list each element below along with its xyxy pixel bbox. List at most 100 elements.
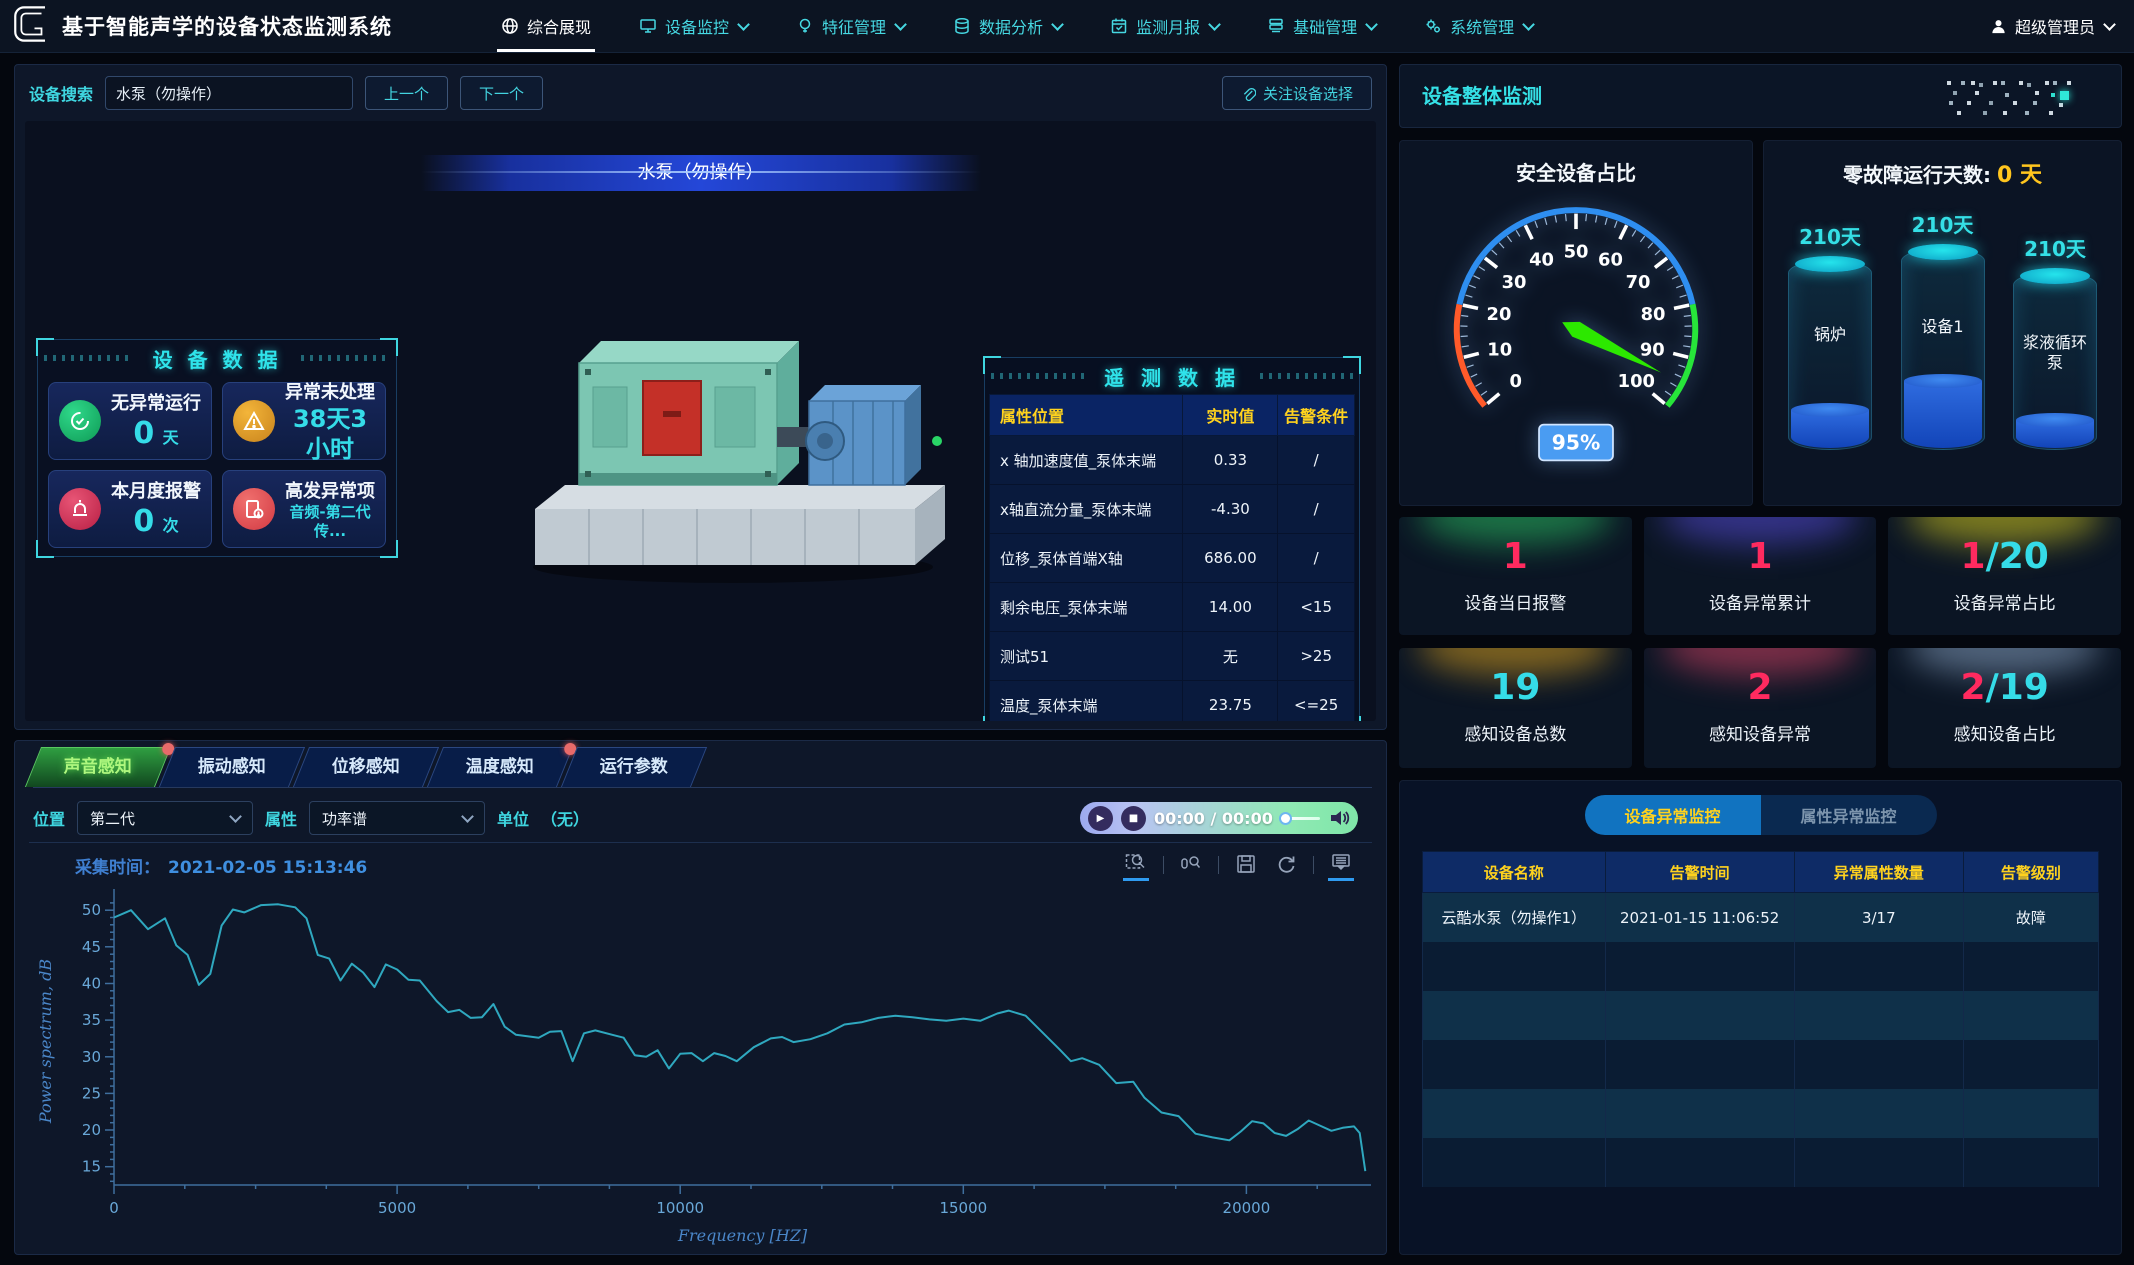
prev-device-button[interactable]: 上一个 [365,76,448,110]
stat-abnormal-ratio[interactable]: 1/20 设备异常占比 [1888,517,2121,635]
paperclip-icon [1241,86,1256,101]
tab-attr-abnormal-monitor[interactable]: 属性异常监控 [1761,795,1937,835]
chevron-down-icon [229,810,242,823]
stat-sensor-ratio[interactable]: 2/19 感知设备占比 [1888,648,2121,768]
device-search-input[interactable] [105,76,353,110]
restore-icon[interactable] [1273,851,1299,880]
svg-text:0: 0 [1509,371,1521,392]
svg-text:15: 15 [82,1158,101,1176]
tab-sound-sense[interactable]: 声音感知 [25,747,171,787]
player-slider[interactable] [1281,817,1320,820]
stat-abnormal-total[interactable]: 1 设备异常累计 [1644,517,1877,635]
telemetry-panel: 遥 测 数 据 属性位置 实时值 告警条件 x 轴加速度值_泵体末端0.33/ [984,357,1360,721]
overall-monitor-header: 设备整体监测 [1399,64,2122,128]
telemetry-row[interactable]: 位移_泵体首端X轴686.00/ [990,534,1355,583]
position-label: 位置 [33,806,65,830]
brand-logo-icon [10,3,52,49]
chevron-down-icon [1522,18,1535,31]
save-image-icon[interactable] [1233,851,1259,880]
cylinder-boiler: 210天 锅炉 [1778,221,1882,450]
dots-decoration [1947,81,1951,85]
nav-item-feature-mgmt[interactable]: 特征管理 [772,0,929,52]
cylinder-top-glow [1795,256,1865,272]
database-icon [953,17,971,35]
spectrum-chart[interactable]: 152025303540455005000100001500020000Freq… [29,883,1379,1255]
position-select[interactable]: 第二代 [77,801,253,835]
next-device-button[interactable]: 下一个 [460,76,543,110]
nav-item-system-mgmt[interactable]: 系统管理 [1400,0,1557,52]
audio-player: ▶ ■ 00:00 / 00:00 [1080,802,1358,834]
spectrum-chart-area: 采集时间：2021-02-05 15:13:46 [29,842,1372,1250]
svg-text:60: 60 [1598,250,1623,271]
svg-text:20: 20 [82,1121,101,1139]
unit-label: 单位 [497,806,529,830]
nav-item-basic-mgmt[interactable]: 基础管理 [1243,0,1400,52]
cylinder-top-glow [1908,244,1978,260]
telemetry-row[interactable]: 温度_泵体末端23.75<=25 [990,681,1355,722]
stat-sensor-abnormal[interactable]: 2 感知设备异常 [1644,648,1877,768]
nav-item-device-monitor[interactable]: 设备监控 [615,0,772,52]
svg-text:30: 30 [1502,272,1527,293]
attribute-select[interactable]: 功率谱 [309,801,485,835]
slider-knob[interactable] [1279,812,1292,825]
cylinder-device1: 210天 设备1 [1891,209,1995,450]
telemetry-row[interactable]: x轴直流分量_泵体末端-4.30/ [990,485,1355,534]
volume-icon[interactable] [1328,808,1350,828]
svg-text:20000: 20000 [1223,1199,1271,1217]
tab-temperature-sense[interactable]: 温度感知 [427,747,573,787]
chart-toolbox [1123,849,1354,881]
stat-frequent-abnormal: 高发异常项 音频-第二代传... [222,470,386,548]
bulb-icon [796,17,814,35]
telemetry-row[interactable]: 测试51无>25 [990,632,1355,681]
data-view-icon[interactable] [1328,849,1354,881]
tab-vibration-sense[interactable]: 振动感知 [159,747,305,787]
play-button[interactable]: ▶ [1088,806,1113,831]
stop-button[interactable]: ■ [1121,806,1146,831]
col-alarm-level: 告警级别 [1963,852,2098,893]
nav-item-monthly-report[interactable]: 监测月报 [1086,0,1243,52]
alarm-monitor-card: 设备异常监控 属性异常监控 设备名称 告警时间 异常属性数量 告警级别 云酷水泵… [1399,780,2122,1255]
monitor-icon [639,17,657,35]
nav-item-overview[interactable]: 综合展现 [477,0,615,52]
nav-item-data-analysis[interactable]: 数据分析 [929,0,1086,52]
svg-text:5000: 5000 [378,1199,416,1217]
svg-text:40: 40 [82,975,101,993]
stat-today-alarms[interactable]: 1 设备当日报警 [1399,517,1632,635]
telemetry-row[interactable]: x 轴加速度值_泵体末端0.33/ [990,436,1355,485]
chevron-down-icon [894,18,907,31]
zoom-back-icon[interactable] [1178,851,1204,880]
chevron-down-icon [737,18,750,31]
user-menu[interactable]: 超级管理员 [1990,14,2114,38]
svg-text:30: 30 [82,1048,101,1066]
stat-sensor-total[interactable]: 19 感知设备总数 [1399,648,1632,768]
app-title: 基于智能声学的设备状态监测系统 [62,11,392,41]
tab-device-abnormal-monitor[interactable]: 设备异常监控 [1585,795,1761,835]
telemetry-row[interactable]: 剩余电压_泵体末端14.00<15 [990,583,1355,632]
device-search-label: 设备搜索 [29,81,93,105]
tab-displacement-sense[interactable]: 位移感知 [293,747,439,787]
col-alarm-condition: 告警条件 [1278,395,1355,436]
svg-text:80: 80 [1641,304,1666,325]
cylinder-top-glow [2020,268,2090,284]
svg-text:50: 50 [82,901,101,919]
3d-viewport[interactable]: 水泵（勿操作） [25,121,1376,721]
chevron-down-icon [1208,18,1221,31]
device-data-grid: 无异常运行 0 天 异常未处理 38天3小时 [38,376,396,554]
attribute-label: 属性 [265,806,297,830]
tab-run-params[interactable]: 运行参数 [561,747,707,787]
overall-monitor-title: 设备整体监测 [1400,65,2121,127]
alarm-row[interactable]: 云酷水泵（勿操作1） 2021-01-15 11:06:52 3/17 故障 [1423,893,2099,943]
alarm-tabs: 设备异常监控 属性异常监控 [1585,795,1937,835]
doc-alert-icon [233,488,275,530]
status-light [932,436,942,446]
safe-device-gauge-card: 安全设备占比 010203040506070809010095% [1399,140,1753,506]
svg-text:50: 50 [1564,242,1589,263]
cylinder-slurry-pump: 210天 浆液循环泵 [2003,233,2107,450]
zero-fault-card: 零故障运行天数:0 天 210天 锅炉 210天 设备1 210天 浆液循环泵 [1763,140,2122,506]
svg-text:Power spectrum, dB: Power spectrum, dB [36,959,55,1125]
svg-text:20: 20 [1487,304,1512,325]
focus-device-select-button[interactable]: 关注设备选择 [1222,76,1372,110]
user-icon [1990,18,2007,35]
col-attr-position: 属性位置 [990,395,1183,436]
zoom-select-icon[interactable] [1123,849,1149,881]
